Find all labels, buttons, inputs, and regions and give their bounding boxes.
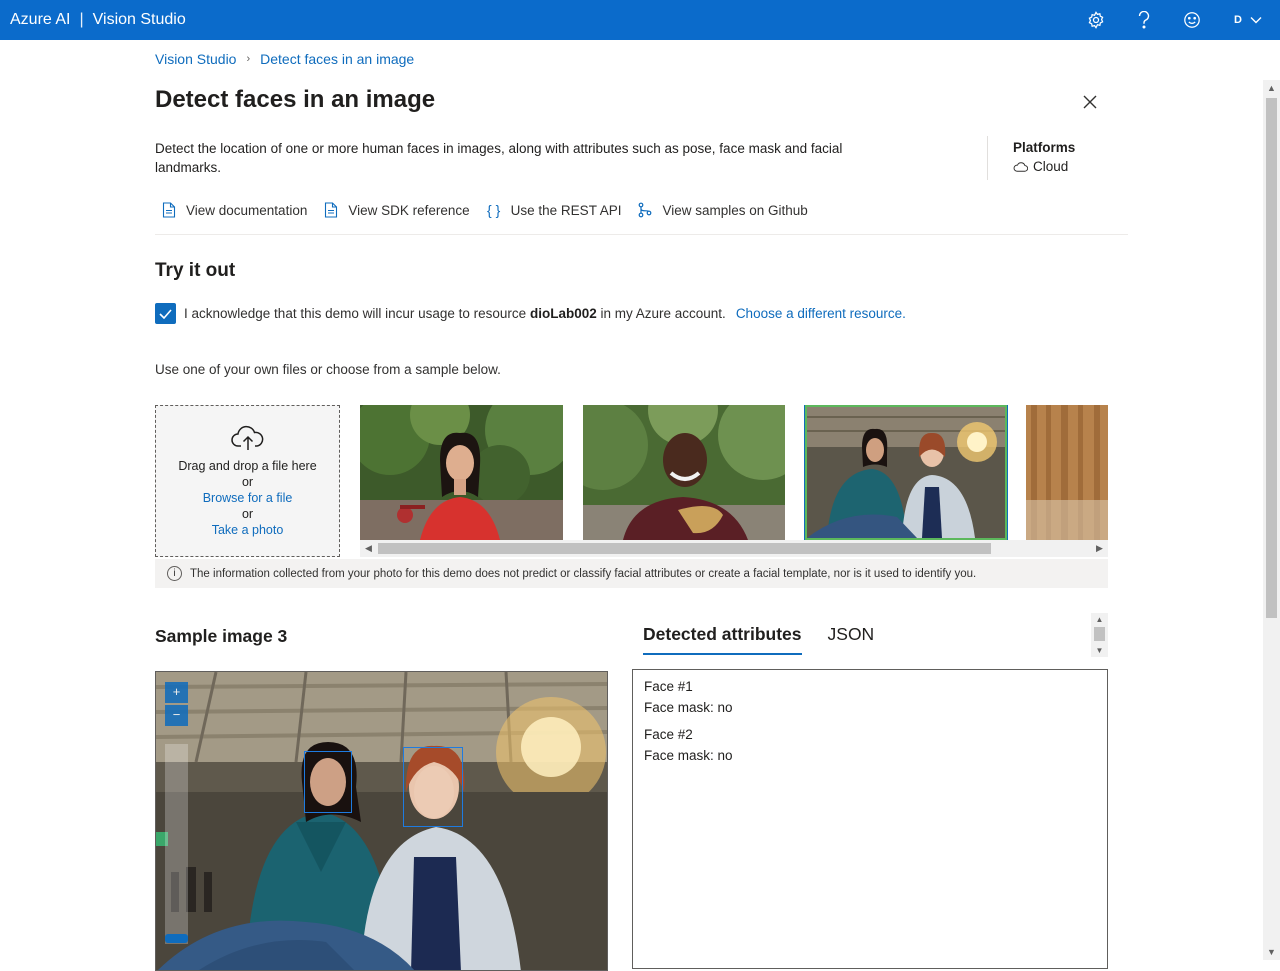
- sample-image-4[interactable]: [1026, 405, 1108, 540]
- face-result-1: Face #1 Face mask: no: [644, 676, 1096, 718]
- page-title: Detect faces in an image: [155, 86, 436, 113]
- face-box-1: [304, 751, 352, 813]
- scroll-right-arrow[interactable]: ▶: [1091, 540, 1108, 557]
- scroll-thumb[interactable]: [1266, 98, 1277, 618]
- tab-json[interactable]: JSON: [828, 624, 875, 655]
- sample-image-3-selected[interactable]: [804, 405, 1008, 540]
- page-scrollbar[interactable]: ▲ ▼: [1263, 80, 1280, 960]
- privacy-info-text: The information collected from your phot…: [190, 567, 977, 580]
- chevron-down-icon: [1250, 17, 1262, 24]
- resource-links: View documentation View SDK reference { …: [161, 202, 808, 218]
- checkmark-icon: [159, 308, 172, 319]
- link-label: View SDK reference: [348, 202, 470, 218]
- zoom-slider-track[interactable]: [165, 744, 188, 944]
- view-documentation-link[interactable]: View documentation: [161, 202, 307, 218]
- help-icon[interactable]: [1120, 0, 1168, 40]
- link-label: Use the REST API: [510, 202, 622, 218]
- close-icon[interactable]: [1083, 92, 1097, 115]
- tabs-scroll-thumb[interactable]: [1094, 627, 1105, 641]
- try-it-out-heading: Try it out: [155, 260, 236, 281]
- face-mask-value: Face mask: no: [644, 748, 733, 763]
- or-text: or: [241, 475, 254, 489]
- sample-image-title: Sample image 3: [155, 626, 288, 646]
- acknowledge-checkbox[interactable]: [155, 303, 176, 324]
- top-bar: Azure AI | Vision Studio D: [0, 0, 1280, 40]
- link-label: View documentation: [186, 202, 308, 218]
- platforms-label: Platforms: [1013, 140, 1076, 155]
- platform-value: Cloud: [1033, 159, 1069, 174]
- detected-attributes-panel: Face #1 Face mask: no Face #2 Face mask:…: [632, 669, 1108, 969]
- or-text: or: [241, 507, 254, 521]
- use-files-text: Use one of your own files or choose from…: [155, 362, 501, 377]
- document-icon: [162, 202, 176, 218]
- tabs-scrollbar[interactable]: ▲ ▼: [1091, 613, 1108, 657]
- face-label: Face #2: [644, 727, 693, 742]
- braces-icon: { }: [487, 202, 501, 218]
- view-sdk-reference-link[interactable]: View SDK reference: [323, 202, 470, 218]
- brand[interactable]: Azure AI | Vision Studio: [0, 11, 186, 29]
- face-label: Face #1: [644, 679, 693, 694]
- ack-resource: dioLab002: [529, 306, 597, 321]
- settings-icon[interactable]: [1072, 0, 1120, 40]
- zoom-out-button[interactable]: −: [165, 705, 188, 726]
- cloud-upload-icon: [230, 425, 263, 450]
- image-viewer[interactable]: + −: [155, 671, 608, 971]
- breadcrumb: Vision Studio › Detect faces in an image: [155, 51, 414, 67]
- scroll-up-arrow[interactable]: ▲: [1263, 80, 1280, 96]
- face-box-2: [403, 747, 463, 827]
- gallery-scroll-thumb[interactable]: [378, 543, 991, 554]
- browse-file-link[interactable]: Browse for a file: [203, 490, 293, 506]
- chevron-right-icon: ›: [246, 53, 251, 65]
- scroll-left-arrow[interactable]: ◀: [360, 540, 377, 557]
- view-samples-github-link[interactable]: View samples on Github: [637, 202, 808, 218]
- account-menu[interactable]: D: [1216, 14, 1280, 26]
- upload-dropzone[interactable]: Drag and drop a file here or Browse for …: [155, 405, 340, 557]
- breadcrumb-vision-studio[interactable]: Vision Studio: [155, 51, 236, 67]
- product-name: Vision Studio: [92, 11, 186, 28]
- tab-detected-attributes[interactable]: Detected attributes: [643, 624, 802, 655]
- sample-image-3-large: [156, 672, 607, 970]
- sample-image-2[interactable]: [558, 405, 808, 540]
- platforms-panel: Platforms Cloud: [987, 136, 1075, 180]
- avatar: D: [1234, 14, 1242, 26]
- feedback-smiley-icon[interactable]: [1168, 0, 1216, 40]
- breadcrumb-current[interactable]: Detect faces in an image: [260, 51, 414, 67]
- acknowledge-row: I acknowledge that this demo will incur …: [155, 303, 906, 324]
- document-icon: [325, 202, 338, 218]
- page-description: Detect the location of one or more human…: [155, 141, 843, 175]
- info-icon: i: [167, 566, 182, 581]
- zoom-in-button[interactable]: +: [165, 682, 188, 703]
- face-result-2: Face #2 Face mask: no: [644, 724, 1096, 766]
- choose-different-resource-link[interactable]: Choose a different resource.: [736, 306, 906, 321]
- branch-icon: [639, 202, 652, 218]
- brand-separator: |: [79, 11, 84, 28]
- sample-gallery: [360, 405, 1108, 540]
- scroll-down-arrow[interactable]: ▼: [1091, 644, 1108, 657]
- brand-name: Azure AI: [10, 11, 71, 28]
- sample-image-1[interactable]: [360, 405, 575, 540]
- gallery-scrollbar[interactable]: ◀ ▶: [360, 540, 1108, 557]
- take-photo-link[interactable]: Take a photo: [212, 522, 284, 538]
- result-tabs: Detected attributes JSON: [643, 624, 874, 655]
- scroll-up-arrow[interactable]: ▲: [1091, 613, 1108, 626]
- face-mask-value: Face mask: no: [644, 700, 733, 715]
- link-label: View samples on Github: [662, 202, 808, 218]
- privacy-info-bar: i The information collected from your ph…: [155, 559, 1108, 588]
- use-rest-api-link[interactable]: { } Use the REST API: [486, 202, 622, 218]
- scroll-down-arrow[interactable]: ▼: [1263, 944, 1280, 960]
- ack-prefix: I acknowledge that this demo will incur …: [184, 306, 527, 321]
- ack-suffix: in my Azure account.: [600, 306, 726, 321]
- cloud-icon: [1013, 161, 1028, 172]
- zoom-slider-handle[interactable]: [165, 934, 188, 943]
- divider: [155, 234, 1128, 235]
- drag-drop-text: Drag and drop a file here: [178, 459, 317, 473]
